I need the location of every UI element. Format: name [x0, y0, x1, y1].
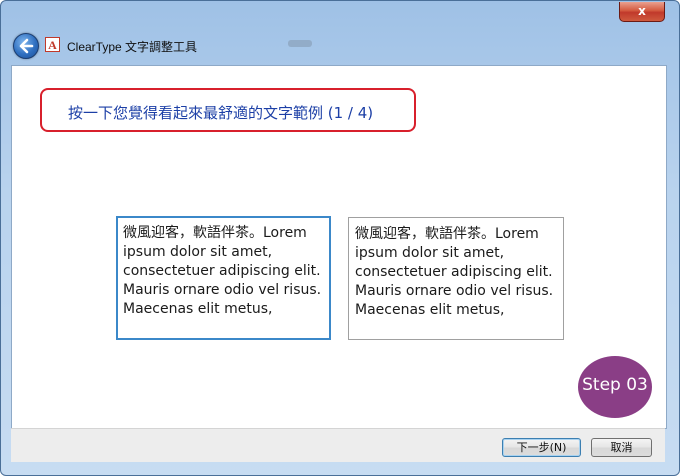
- next-button[interactable]: 下一步(N): [502, 438, 581, 457]
- window-title: ClearType 文字調整工具: [67, 40, 198, 54]
- cancel-button[interactable]: 取消: [591, 438, 652, 457]
- text-sample-option-1[interactable]: 微風迎客，軟語伴茶。Lorem ipsum dolor sit amet, co…: [116, 216, 331, 340]
- sample-line: consectetuer adipiscing elit.: [355, 264, 553, 280]
- step-badge: Step 03: [578, 356, 652, 418]
- sample-line: Maecenas elit metus,: [123, 301, 273, 317]
- cleartype-app-icon: A: [45, 37, 60, 52]
- text-sample-option-2[interactable]: 微風迎客，軟語伴茶。Lorem ipsum dolor sit amet, co…: [348, 217, 564, 340]
- wizard-content: 按一下您覺得看起來最舒適的文字範例 (1 / 4) 微風迎客，軟語伴茶。Lore…: [11, 65, 667, 429]
- sample-line: consectetuer adipiscing elit.: [123, 263, 321, 279]
- cleartype-window: x A ClearType 文字調整工具 按一下您覺得看起來最舒適的文字範例 (…: [0, 0, 680, 476]
- close-icon: x: [638, 4, 646, 18]
- instruction-highlight: 按一下您覺得看起來最舒適的文字範例 (1 / 4): [40, 88, 416, 132]
- step-badge-label: Step 03: [582, 375, 648, 395]
- sample-line: ipsum dolor sit amet,: [355, 245, 505, 261]
- sample-line: ipsum dolor sit amet,: [123, 244, 273, 260]
- back-button[interactable]: [13, 33, 39, 59]
- title-bar: A ClearType 文字調整工具: [1, 25, 679, 65]
- sample-line: Mauris ornare odio vel risus.: [123, 282, 322, 298]
- back-arrow-icon: [19, 38, 34, 54]
- title-smudge: [288, 40, 312, 47]
- sample-line: 微風迎客，軟語伴茶。Lorem: [355, 226, 539, 242]
- instruction-text: 按一下您覺得看起來最舒適的文字範例 (1 / 4): [68, 104, 374, 122]
- close-button[interactable]: x: [619, 2, 665, 22]
- sample-line: Maecenas elit metus,: [355, 302, 505, 318]
- sample-line: 微風迎客，軟語伴茶。Lorem: [123, 225, 307, 241]
- sample-line: Mauris ornare odio vel risus.: [355, 283, 554, 299]
- button-bar: 下一步(N) 取消: [11, 428, 665, 462]
